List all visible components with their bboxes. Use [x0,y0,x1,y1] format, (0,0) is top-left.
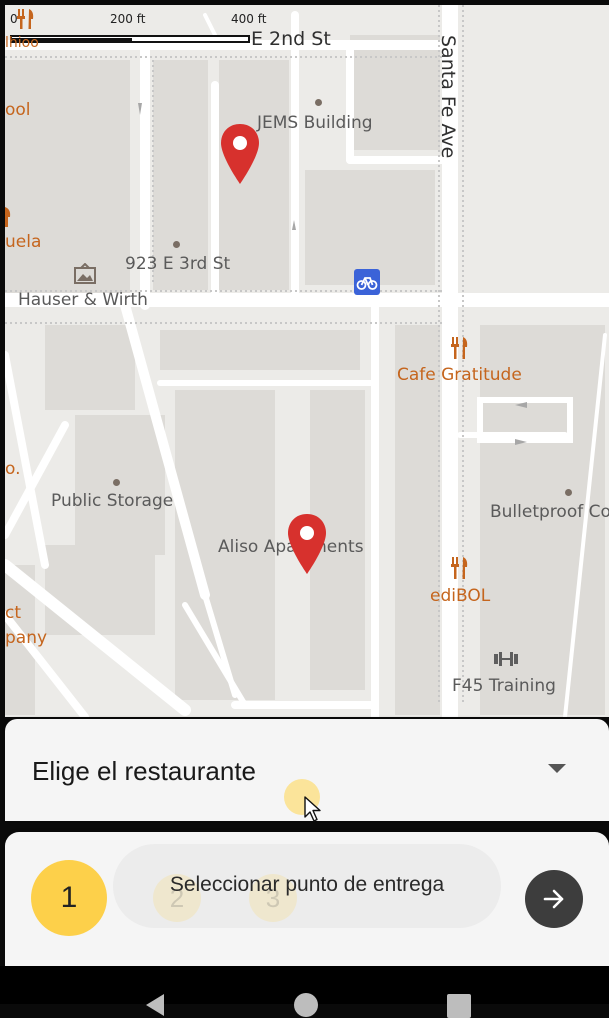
system-navigation-bar [0,966,609,1018]
place-partial-school: ool [5,100,31,120]
step-indicator-current: 1 [31,860,107,936]
bike-share-icon [354,269,380,295]
map-view[interactable]: 0 200 ft 400 ft E 2nd St Santa Fe Ave JE… [5,5,609,717]
restaurant-icon [17,9,34,29]
place-public-storage: Public Storage [51,491,174,511]
back-icon[interactable] [146,994,164,1016]
restaurant-icon [5,207,11,227]
location-marker-icon[interactable] [286,512,328,576]
place-address: 923 E 3rd St [125,254,231,274]
poi-dot [565,489,572,496]
place-f45-training: F45 Training [452,676,556,696]
place-jems-building: JEMS Building [257,113,373,133]
mouse-cursor-icon [304,796,321,822]
street-e-2nd-st: E 2nd St [251,28,331,50]
poi-dot [113,479,120,486]
map-canvas [5,5,609,717]
next-button[interactable] [525,870,583,928]
select-delivery-point-button[interactable]: 2 3 Seleccionar punto de entrega [113,844,501,928]
poi-dot [315,99,322,106]
restaurant-icon [451,557,468,579]
place-hauser-wirth: Hauser & Wirth [18,290,148,310]
select-delivery-point-label: Seleccionar punto de entrega [169,873,445,896]
place-bulletproof: Bulletproof Co [490,502,609,522]
scale-end: 400 ft [231,12,267,26]
delivery-steps-panel: 1 2 3 Seleccionar punto de entrega [5,832,609,966]
scale-mid: 200 ft [110,12,146,26]
street-santa-fe-ave: Santa Fe Ave [437,35,459,159]
home-icon[interactable] [294,993,318,1017]
place-partial-escuela: uela [5,232,42,252]
location-marker-icon[interactable] [219,122,261,186]
place-partial-topleft: lhioo [5,35,39,51]
place-edibol: ediBOL [430,586,491,606]
restaurant-icon [451,337,468,359]
recent-apps-icon[interactable] [447,994,471,1018]
poi-dot [173,241,180,248]
scale-bar [10,35,250,43]
fitness-icon [494,652,518,666]
place-partial-company: pany [5,628,48,648]
gallery-icon [74,263,96,284]
dropdown-arrow-icon[interactable] [548,764,566,773]
arrow-right-icon [543,889,564,909]
place-partial-act: ct [5,603,22,623]
place-cafe-gratitude: Cafe Gratitude [397,365,522,385]
place-partial-midleft: o. [5,459,21,479]
restaurant-select-label: Elige el restaurante [32,756,257,786]
